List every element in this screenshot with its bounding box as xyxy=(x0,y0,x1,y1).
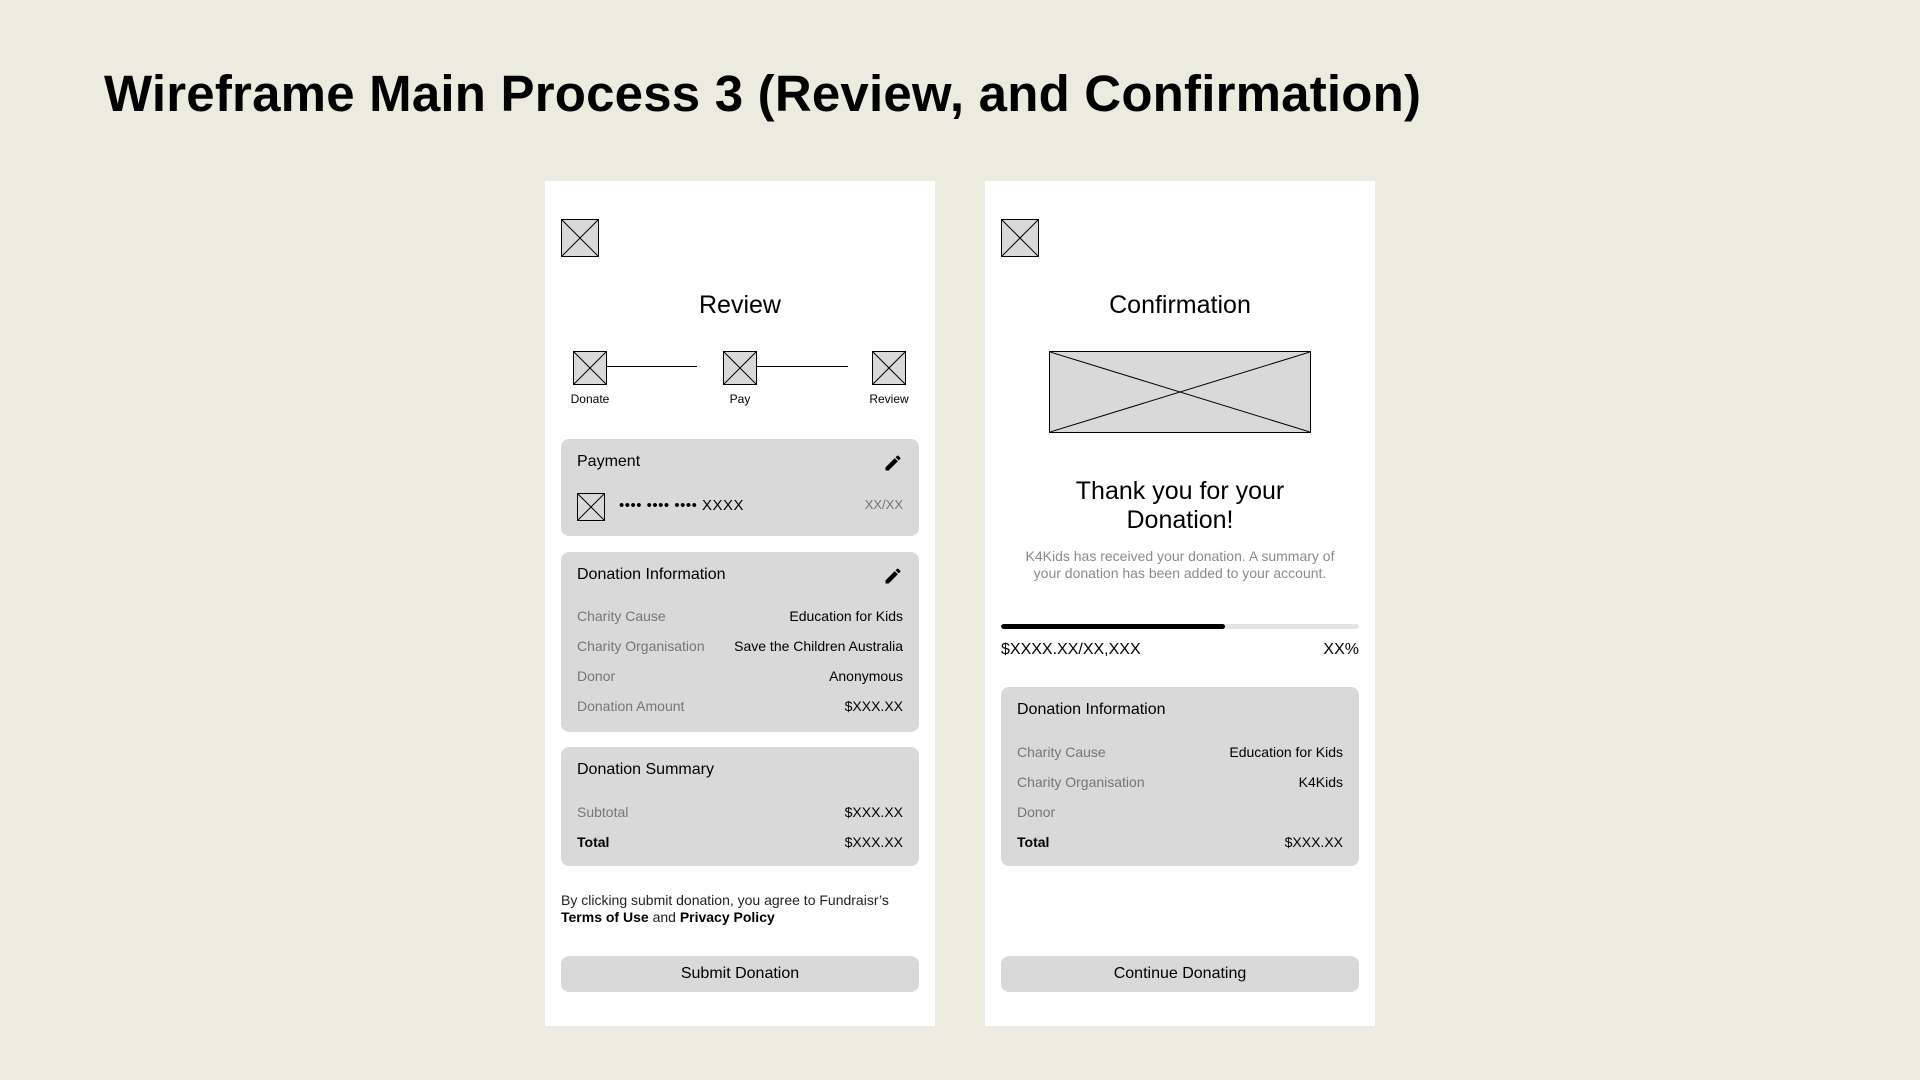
info-row-value: Save the Children Australia xyxy=(734,638,903,654)
donation-summary-title: Donation Summary xyxy=(577,761,714,778)
info-row-label: Total xyxy=(1017,834,1050,850)
summary-row-value: $XXX.XX xyxy=(844,804,903,820)
edit-pencil-icon[interactable] xyxy=(883,566,903,586)
legal-and: and xyxy=(652,909,676,925)
info-row-label: Donor xyxy=(577,668,616,684)
review-heading: Review xyxy=(699,291,781,319)
edit-pencil-icon[interactable] xyxy=(883,453,903,473)
info-row-charity-organisation: Charity Organisation K4Kids xyxy=(1017,774,1343,792)
donation-progress-fill xyxy=(1001,624,1225,629)
info-row-charity-organisation: Charity Organisation Save the Children A… xyxy=(577,638,903,656)
donation-info-title: Donation Information xyxy=(577,566,726,583)
submit-donation-button[interactable]: Submit Donation xyxy=(561,956,919,992)
step-pay-icon[interactable] xyxy=(723,351,757,385)
continue-donating-button[interactable]: Continue Donating xyxy=(1001,956,1359,992)
step-label-review: Review xyxy=(869,392,909,406)
donation-info-title: Donation Information xyxy=(1017,701,1166,718)
progress-amount: $XXXX.XX/XX,XXX xyxy=(1001,641,1141,658)
step-review-icon[interactable] xyxy=(872,351,906,385)
info-row-value: $XXX.XX xyxy=(844,698,903,714)
info-row-donor: Donor xyxy=(1017,804,1343,822)
info-row-label: Donor xyxy=(1017,804,1056,820)
info-row-value: Anonymous xyxy=(829,668,903,684)
info-row-value: K4Kids xyxy=(1298,774,1343,790)
donation-progress-bar xyxy=(1001,624,1359,629)
review-screen: Review Donate Pay Review Payment •••• ••… xyxy=(545,181,935,1026)
card-expiry: XX/XX xyxy=(864,497,903,512)
thank-you-line-1: Thank you for your xyxy=(1075,477,1285,505)
card-number: •••• •••• •••• XXXX xyxy=(619,497,745,514)
summary-row-value: $XXX.XX xyxy=(844,834,903,850)
page-title: Wireframe Main Process 3 (Review, and Co… xyxy=(104,65,1422,122)
card-brand-icon xyxy=(577,493,605,521)
confirmation-heading: Confirmation xyxy=(1109,291,1251,319)
payment-card-title: Payment xyxy=(577,453,641,470)
logo-placeholder-icon xyxy=(561,219,599,257)
info-row-label: Charity Cause xyxy=(1017,744,1106,760)
thank-you-message: Thank you for your Donation! xyxy=(985,477,1375,535)
progress-percent: XX% xyxy=(1323,641,1359,658)
legal-prefix: By clicking submit donation, you agree t… xyxy=(561,892,889,908)
info-row-charity-cause: Charity Cause Education for Kids xyxy=(577,608,903,626)
info-row-total: Total $XXX.XX xyxy=(1017,834,1343,852)
info-row-value: Education for Kids xyxy=(789,608,903,624)
summary-row-subtotal: Subtotal $XXX.XX xyxy=(577,804,903,822)
payment-card: Payment •••• •••• •••• XXXX XX/XX xyxy=(561,439,919,536)
summary-row-label: Subtotal xyxy=(577,804,629,820)
info-row-label: Donation Amount xyxy=(577,698,685,714)
privacy-policy-link[interactable]: Privacy Policy xyxy=(680,909,775,925)
step-label-pay: Pay xyxy=(729,392,751,406)
summary-row-label: Total xyxy=(577,834,610,850)
info-row-donation-amount: Donation Amount $XXX.XX xyxy=(577,698,903,716)
info-row-charity-cause: Charity Cause Education for Kids xyxy=(1017,744,1343,762)
summary-row-total: Total $XXX.XX xyxy=(577,834,903,852)
confirmation-summary-text: K4Kids has received your donation. A sum… xyxy=(1025,548,1335,581)
info-row-label: Charity Organisation xyxy=(577,638,705,654)
donation-summary-card: Donation Summary Subtotal $XXX.XX Total … xyxy=(561,747,919,866)
thank-you-line-2: Donation! xyxy=(1126,506,1234,534)
step-label-donate: Donate xyxy=(570,392,610,406)
donation-info-card: Donation Information Charity Cause Educa… xyxy=(561,552,919,732)
hero-image-placeholder xyxy=(1049,351,1311,433)
info-row-label: Charity Cause xyxy=(577,608,666,624)
info-row-value: Education for Kids xyxy=(1229,744,1343,760)
info-row-label: Charity Organisation xyxy=(1017,774,1145,790)
terms-of-use-link[interactable]: Terms of Use xyxy=(561,909,649,925)
logo-placeholder-icon xyxy=(1001,219,1039,257)
legal-notice: By clicking submit donation, you agree t… xyxy=(561,892,921,926)
confirmation-donation-info-card: Donation Information Charity Cause Educa… xyxy=(1001,687,1359,866)
confirmation-screen: Confirmation Thank you for your Donation… xyxy=(985,181,1375,1026)
info-row-donor: Donor Anonymous xyxy=(577,668,903,686)
step-donate-icon[interactable] xyxy=(573,351,607,385)
info-row-value: $XXX.XX xyxy=(1284,834,1343,850)
